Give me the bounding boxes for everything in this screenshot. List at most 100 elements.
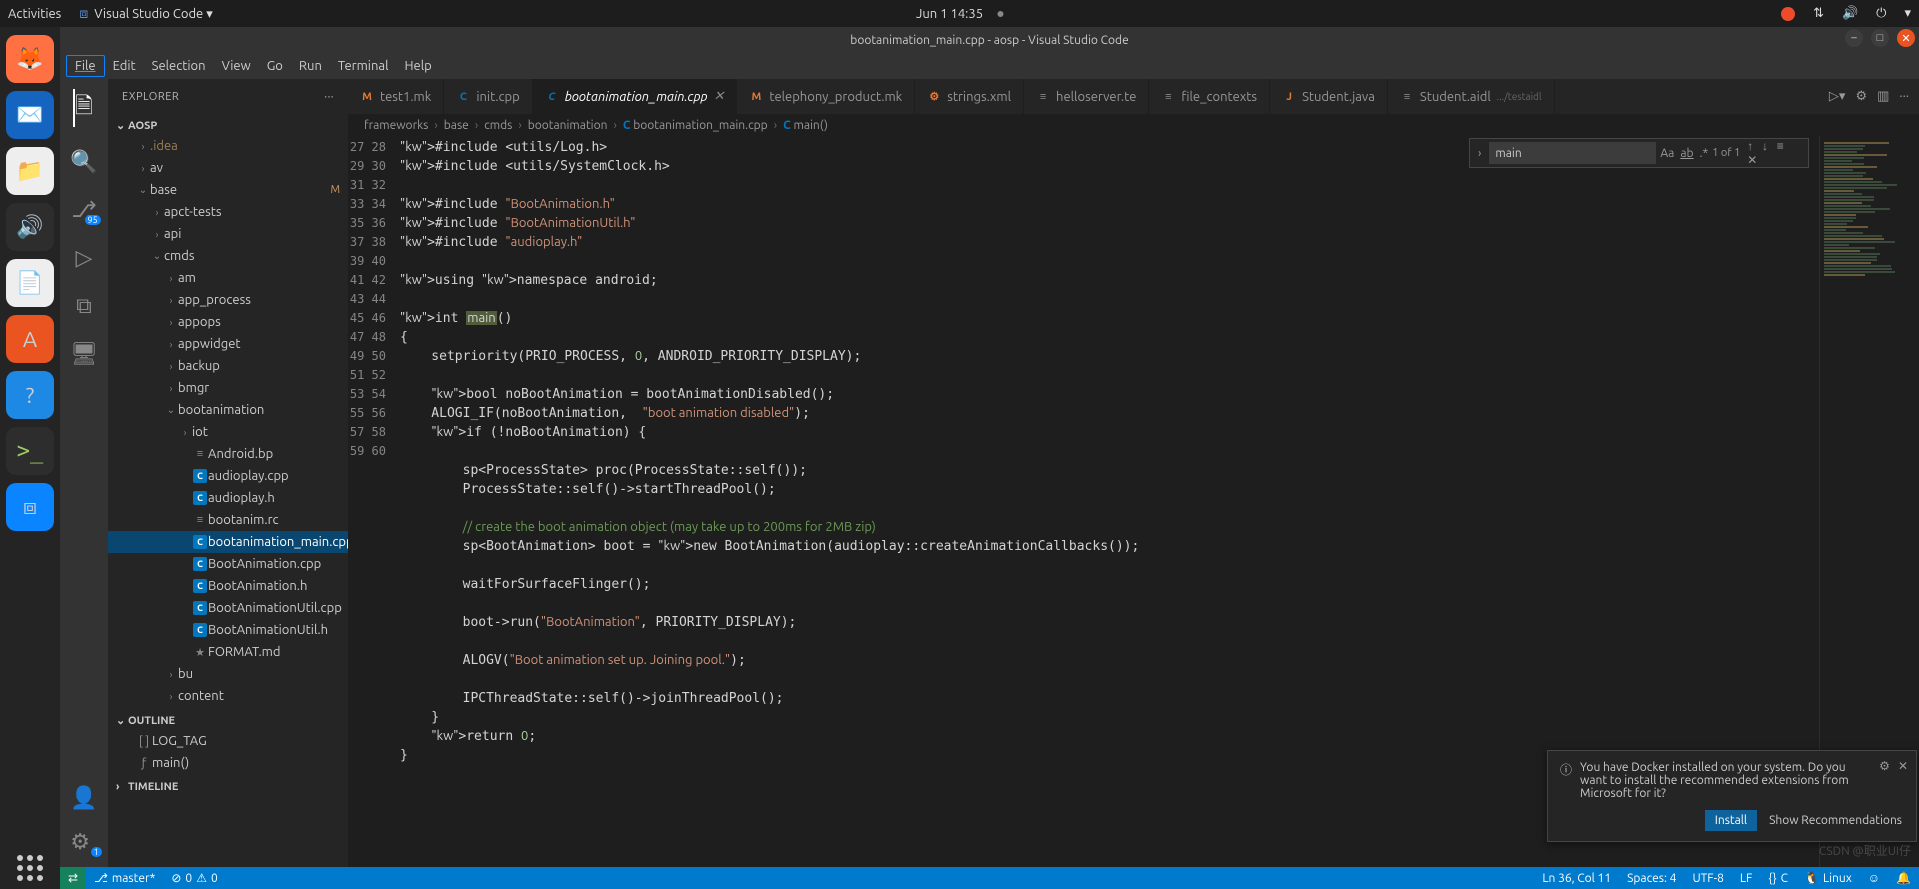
status-encoding[interactable]: UTF-8 (1684, 871, 1731, 885)
tab-close-icon[interactable]: ✕ (713, 89, 724, 104)
breadcrumb-item[interactable]: bootanimation (528, 119, 608, 132)
activity-scm[interactable]: ⎇95 (71, 197, 96, 223)
dock-vscode[interactable]: ⧈ (6, 483, 54, 531)
power-icon[interactable]: ⏻ (1876, 6, 1886, 21)
window-maximize-button[interactable]: □ (1871, 29, 1889, 47)
gnome-clock[interactable]: Jun 1 14:35 (916, 7, 1003, 21)
dock-files[interactable]: 📁 (6, 147, 54, 195)
tab-bootanimation-main-cpp[interactable]: Cbootanimation_main.cpp✕ (533, 79, 738, 114)
folder-iot[interactable]: ›iot (108, 421, 348, 443)
menu-view[interactable]: View (214, 56, 259, 76)
folder-apct-tests[interactable]: ›apct-tests (108, 201, 348, 223)
tab-strings-xml[interactable]: ⚙strings.xml (915, 79, 1024, 114)
dock-firefox[interactable]: 🦊 (6, 35, 54, 83)
dock-help[interactable]: ? (6, 371, 54, 419)
menu-edit[interactable]: Edit (105, 56, 144, 76)
tab-student-java[interactable]: JStudent.java (1270, 79, 1388, 114)
folder-backup[interactable]: ›backup (108, 355, 348, 377)
file-bootanim-rc[interactable]: ≡bootanim.rc (108, 509, 348, 531)
dock-rhythmbox[interactable]: 🔊 (6, 203, 54, 251)
tab-telephony-product-mk[interactable]: Mtelephony_product.mk (737, 79, 915, 114)
status-feedback-icon[interactable]: ☺ (1860, 871, 1888, 885)
notification-close-icon[interactable]: ✕ (1898, 759, 1908, 773)
breadcrumb-item[interactable]: C main() (783, 119, 828, 132)
outline-main--[interactable]: ƒmain() (108, 752, 348, 774)
dock-thunderbird[interactable]: ✉️ (6, 91, 54, 139)
file-audioplay-cpp[interactable]: Caudioplay.cpp (108, 465, 348, 487)
file-bootanimationutil-cpp[interactable]: CBootAnimationUtil.cpp (108, 597, 348, 619)
status-remote[interactable]: ⇄ (60, 867, 86, 889)
folder-cmds[interactable]: ⌄cmds (108, 245, 348, 267)
folder-bu[interactable]: ›bu (108, 663, 348, 685)
status-eol[interactable]: LF (1732, 871, 1760, 885)
folder-app-process[interactable]: ›app_process (108, 289, 348, 311)
menu-go[interactable]: Go (259, 56, 291, 76)
find-close-icon[interactable]: ✕ (1744, 154, 1760, 167)
window-close-button[interactable]: ✕ (1897, 29, 1915, 47)
show-recommendations-button[interactable]: Show Recommendations (1767, 810, 1904, 831)
file-format-md[interactable]: ★FORMAT.md (108, 641, 348, 663)
file-bootanimation-h[interactable]: CBootAnimation.h (108, 575, 348, 597)
activity-debug[interactable]: ▷ (76, 245, 93, 271)
activity-explorer[interactable]: 🗎 (73, 89, 93, 127)
status-branch[interactable]: ⎇ master* (86, 871, 163, 885)
window-minimize-button[interactable]: – (1845, 29, 1863, 47)
activity-account[interactable]: 👤 (70, 785, 97, 811)
notification-settings-icon[interactable]: ⚙ (1879, 759, 1890, 773)
dock-libreoffice[interactable]: 📄 (6, 259, 54, 307)
volume-icon[interactable]: 🔊 (1842, 6, 1858, 21)
folder-am[interactable]: ›am (108, 267, 348, 289)
split-editor-icon[interactable]: ▥ (1877, 89, 1889, 104)
folder-bmgr[interactable]: ›bmgr (108, 377, 348, 399)
dock-software[interactable]: A (6, 315, 54, 363)
breadcrumb-item[interactable]: cmds (484, 119, 512, 132)
find-in-selection-icon[interactable]: ≡ (1774, 140, 1787, 153)
outline-section[interactable]: ⌄OUTLINE (108, 711, 348, 730)
dock-show-apps[interactable] (17, 855, 43, 881)
activity-search[interactable]: 🔍 (70, 149, 97, 175)
menu-terminal[interactable]: Terminal (330, 56, 397, 76)
activity-settings[interactable]: ⚙1 (70, 829, 97, 855)
folder-content[interactable]: ›content (108, 685, 348, 707)
file-bootanimation-cpp[interactable]: CBootAnimation.cpp (108, 553, 348, 575)
network-icon[interactable]: ⇅ (1813, 6, 1824, 21)
find-next-icon[interactable]: ↓ (1759, 140, 1771, 153)
status-os[interactable]: 🐧 Linux (1796, 871, 1860, 885)
folder-av[interactable]: ›av (108, 157, 348, 179)
activities-button[interactable]: Activities (8, 7, 61, 21)
menu-file[interactable]: File (66, 55, 105, 77)
match-case-icon[interactable]: Aa (1660, 147, 1674, 160)
project-root[interactable]: ⌄AOSP (108, 116, 348, 135)
tab-test1-mk[interactable]: Mtest1.mk (348, 79, 444, 114)
tab-init-cpp[interactable]: Cinit.cpp (444, 79, 532, 114)
menu-run[interactable]: Run (291, 56, 330, 76)
status-indentation[interactable]: Spaces: 4 (1619, 871, 1684, 885)
folder-base[interactable]: ⌄baseM (108, 179, 348, 201)
folder-bootanimation[interactable]: ⌄bootanimation (108, 399, 348, 421)
find-prev-icon[interactable]: ↑ (1744, 140, 1756, 153)
status-language[interactable]: {} C (1760, 871, 1796, 885)
app-menu[interactable]: ⧈Visual Studio Code ▾ (79, 5, 212, 22)
match-word-icon[interactable]: ab (1680, 147, 1693, 160)
breadcrumb-item[interactable]: base (444, 119, 469, 132)
more-actions-icon[interactable]: ··· (1899, 89, 1909, 104)
tab-file-contexts[interactable]: ≡file_contexts (1149, 79, 1270, 114)
run-last-icon[interactable]: ▷▾ (1829, 89, 1846, 104)
file-android-bp[interactable]: ≡Android.bp (108, 443, 348, 465)
activity-remote[interactable]: 🖥 (70, 341, 98, 367)
notification-indicator[interactable] (1781, 7, 1795, 21)
status-notifications-icon[interactable]: 🔔 (1888, 871, 1919, 885)
breadcrumb-item[interactable]: C bootanimation_main.cpp (623, 119, 768, 132)
find-toggle-replace[interactable]: › (1474, 147, 1485, 160)
explorer-more-icon[interactable]: ··· (324, 91, 334, 103)
dock-terminal[interactable]: >_ (6, 427, 54, 475)
folder-appops[interactable]: ›appops (108, 311, 348, 333)
file-bootanimationutil-h[interactable]: CBootAnimationUtil.h (108, 619, 348, 641)
system-menu-chevron[interactable]: ▾ (1904, 6, 1911, 21)
file-audioplay-h[interactable]: Caudioplay.h (108, 487, 348, 509)
breadcrumb-item[interactable]: frameworks (364, 119, 428, 132)
file-bootanimation-main-cpp[interactable]: Cbootanimation_main.cpp (108, 531, 348, 553)
folder-appwidget[interactable]: ›appwidget (108, 333, 348, 355)
folder--idea[interactable]: ›.idea (108, 135, 348, 157)
menu-selection[interactable]: Selection (144, 56, 214, 76)
